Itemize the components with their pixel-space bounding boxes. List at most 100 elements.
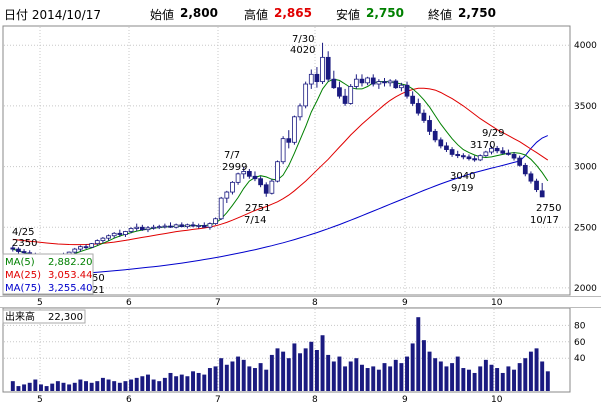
volume-bar <box>269 354 274 391</box>
candle-body <box>399 84 404 89</box>
candle-body <box>190 224 196 227</box>
annotation-a2-value: 2999 <box>222 162 247 173</box>
stock-chart: 4000 3500 3000 2500 2000 80 60 40 5 5 6 6 7 7 8 8 9 9 10 10… <box>0 25 601 405</box>
volume-bar <box>213 366 218 391</box>
candle-body <box>432 130 438 141</box>
candle-body <box>179 224 185 228</box>
volume-bar <box>483 359 488 391</box>
volume-bar <box>467 369 471 391</box>
volume-bar <box>528 351 533 391</box>
x-tick-label-volume: 9 <box>402 395 408 405</box>
volume-bar <box>207 368 212 391</box>
candle-body <box>230 181 235 193</box>
candle-body <box>472 158 477 161</box>
volume-bar <box>224 364 229 391</box>
volume-legend: 出来高 22,300 <box>2 309 86 324</box>
volume-bar <box>410 343 415 391</box>
volume-bar <box>44 386 49 391</box>
candle-body <box>269 180 275 194</box>
candle-body <box>106 235 111 239</box>
volume-bar <box>134 377 139 391</box>
candle-body <box>393 80 399 89</box>
volume-bar <box>10 381 15 391</box>
x-tick-label: 10 <box>491 298 503 308</box>
legend-ma75-label: MA(75) <box>5 283 41 294</box>
volume-bar <box>478 366 483 391</box>
candle-body <box>466 156 472 160</box>
volume-bar <box>534 348 539 391</box>
price-tick-label: 3500 <box>574 102 597 112</box>
volume-bar <box>348 361 353 391</box>
volume-bar <box>22 384 27 391</box>
volume-bar <box>162 377 167 391</box>
candle-body <box>151 226 156 229</box>
volume-bar <box>185 376 190 391</box>
volume-bar <box>236 356 241 391</box>
volume-bar <box>461 368 466 391</box>
candle-body <box>258 178 263 186</box>
candle-body <box>185 224 190 228</box>
candle-body <box>21 251 27 254</box>
candle-body <box>444 145 449 150</box>
annotation-a6-value: 3040 <box>450 171 475 182</box>
ma-legend: MA(5) 2,882.20 MA(25) 3,053.44 MA(75) 3,… <box>2 253 94 295</box>
volume-bar <box>326 354 331 391</box>
candle-body <box>460 155 466 158</box>
candle-body <box>477 155 483 161</box>
volume-bar <box>219 358 224 391</box>
candle-body <box>438 139 444 147</box>
candle-body <box>252 175 258 180</box>
volume-bar <box>61 382 66 391</box>
volume-bar <box>157 381 162 391</box>
annotation-a1-value: 2350 <box>12 238 37 249</box>
volume-bar <box>388 366 393 391</box>
volume-bar <box>264 369 269 391</box>
candle-body <box>303 83 309 107</box>
candle-body <box>421 112 427 121</box>
legend-ma25-label: MA(25) <box>5 270 41 281</box>
x-tick-label: 8 <box>312 298 318 308</box>
volume-bar <box>78 379 83 391</box>
candle-body <box>139 226 145 231</box>
volume-tick-label: 40 <box>574 354 586 364</box>
volume-bar <box>354 358 359 391</box>
candle-body <box>331 78 337 89</box>
candle-body <box>314 73 320 83</box>
x-tick-label-volume: 5 <box>37 395 43 405</box>
volume-bar <box>399 363 404 391</box>
volume-bar <box>500 372 505 391</box>
volume-legend-label: 出来高 <box>5 310 35 323</box>
candle-body <box>94 240 100 245</box>
candle-body <box>275 161 280 182</box>
volume-bar <box>67 384 72 391</box>
volume-legend-value: 22,300 <box>48 312 83 323</box>
volume-bar <box>89 382 94 391</box>
volume-bar <box>382 363 387 391</box>
volume-bar <box>16 386 21 391</box>
candle-body <box>483 151 489 157</box>
annotation-cut-1: 50 <box>92 273 105 284</box>
candle-body <box>517 157 523 166</box>
volume-bar <box>72 382 77 391</box>
volume-bar <box>230 361 235 391</box>
volume-bar <box>168 372 173 391</box>
candle-body <box>78 246 83 250</box>
volume-bar <box>416 317 421 391</box>
candle-body <box>72 248 78 253</box>
candle-body <box>196 225 202 227</box>
volume-bar <box>517 363 522 391</box>
volume-bar <box>179 374 184 391</box>
volume-bar <box>298 353 302 391</box>
candle-body <box>134 226 140 229</box>
volume-bar <box>523 358 528 391</box>
x-tick-label-volume: 10 <box>491 395 503 405</box>
volume-bar <box>450 363 455 391</box>
annotation-a2-date: 7/7 <box>224 150 240 161</box>
volume-bar <box>512 369 516 391</box>
candle-body <box>427 120 432 132</box>
annotation-a1-date: 4/25 <box>12 227 34 238</box>
candle-body <box>365 77 370 84</box>
annotation-a4-date: 7/30 <box>292 34 314 45</box>
volume-bar <box>337 356 342 391</box>
volume-bar <box>365 368 370 391</box>
